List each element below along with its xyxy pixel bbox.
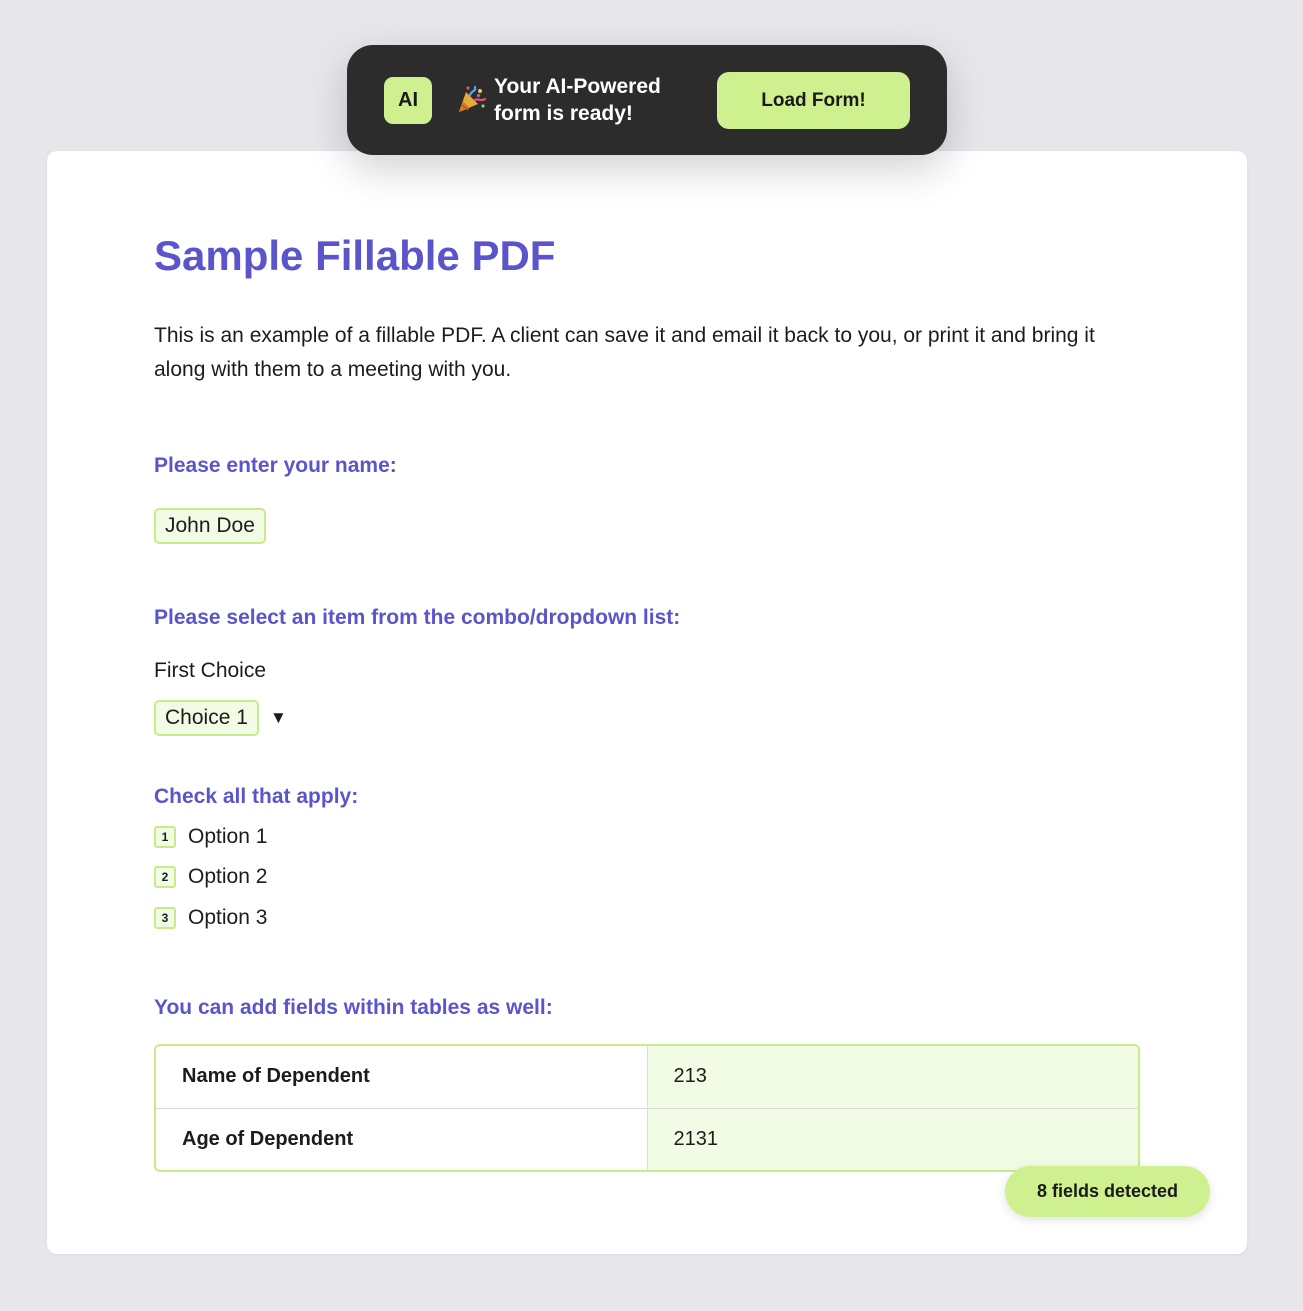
table-row-label: Name of Dependent: [156, 1046, 648, 1109]
dropdown-section-label: Please select an item from the combo/dro…: [154, 606, 681, 629]
checkbox-label: Option 3: [188, 905, 268, 929]
chevron-down-icon[interactable]: ▼: [270, 708, 287, 728]
checkbox-section-label: Check all that apply:: [154, 785, 359, 808]
table-row-label: Age of Dependent: [156, 1108, 648, 1170]
ai-badge: AI: [384, 77, 432, 124]
ai-form-ready-toast: AI Your AI-Powered form is ready! Load F…: [347, 45, 947, 155]
page-title: Sample Fillable PDF: [154, 232, 556, 279]
checkbox-label: Option 2: [188, 864, 268, 888]
party-popper-icon: [455, 83, 487, 115]
document-card: Sample Fillable PDF This is an example o…: [47, 151, 1247, 1254]
checkbox[interactable]: 2: [154, 865, 176, 888]
checkbox-option-1[interactable]: 1 Option 1: [154, 823, 267, 850]
choice-dropdown[interactable]: Choice 1: [154, 700, 259, 736]
checkbox-option-2[interactable]: 2 Option 2: [154, 863, 267, 890]
fields-detected-badge[interactable]: 8 fields detected: [1005, 1166, 1210, 1217]
table-row: Name of Dependent 213: [156, 1046, 1138, 1109]
checkbox-label: Option 1: [188, 824, 268, 848]
checkbox-option-3[interactable]: 3 Option 3: [154, 904, 267, 931]
name-section-label: Please enter your name:: [154, 454, 397, 477]
checkbox[interactable]: 3: [154, 906, 176, 929]
dependent-name-field[interactable]: 213: [647, 1046, 1138, 1109]
table-section-label: You can add fields within tables as well…: [154, 996, 553, 1019]
table-row: Age of Dependent 2131: [156, 1108, 1138, 1170]
dependent-age-field[interactable]: 2131: [647, 1108, 1138, 1170]
checkbox[interactable]: 1: [154, 825, 176, 848]
intro-paragraph: This is an example of a fillable PDF. A …: [154, 324, 1095, 381]
name-input[interactable]: John Doe: [154, 508, 266, 544]
load-form-button[interactable]: Load Form!: [717, 72, 910, 129]
dropdown-caption: First Choice: [154, 659, 267, 682]
dependents-table: Name of Dependent 213 Age of Dependent 2…: [154, 1044, 1140, 1172]
toast-message: Your AI-Powered form is ready!: [494, 75, 661, 125]
